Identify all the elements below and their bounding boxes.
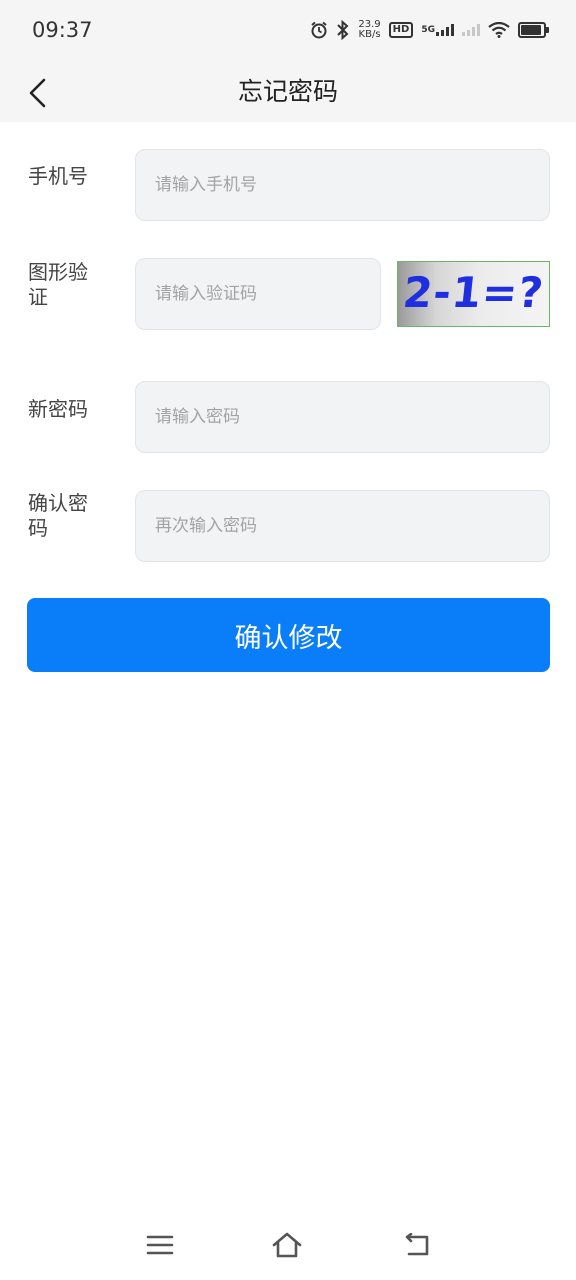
confirm-change-button[interactable]: 确认修改 — [27, 598, 550, 672]
captcha-field[interactable] — [135, 258, 381, 330]
new-password-input[interactable] — [153, 406, 549, 428]
status-icons: 23.9 KB/s HD 5G — [310, 20, 549, 40]
status-time: 09:37 — [32, 18, 93, 42]
captcha-label: 图形验 证 — [28, 260, 104, 310]
hd-icon: HD — [388, 22, 414, 38]
net-speed-unit: KB/s — [358, 29, 381, 40]
alarm-icon — [310, 21, 328, 39]
home-icon[interactable] — [267, 1230, 307, 1260]
confirm-password-label: 确认密 码 — [28, 491, 104, 541]
captcha-text: 2-1=? — [400, 268, 547, 317]
captcha-input[interactable] — [153, 283, 380, 305]
signal-5g-icon: 5G — [421, 24, 454, 36]
phone-label: 手机号 — [28, 164, 88, 188]
wifi-icon — [488, 22, 510, 38]
phone-input[interactable] — [153, 174, 549, 196]
network-type: 5G — [421, 25, 435, 35]
captcha-label-line2: 证 — [28, 285, 48, 309]
system-nav-bar — [0, 1210, 576, 1280]
captcha-image[interactable]: 2-1=? — [397, 261, 550, 327]
confirm-password-field[interactable] — [135, 490, 550, 562]
confirm-password-label-line1: 确认密 — [28, 491, 88, 515]
phone-field[interactable] — [135, 149, 550, 221]
confirm-password-input[interactable] — [153, 515, 549, 537]
back-icon[interactable] — [396, 1230, 436, 1260]
signal-icon — [462, 24, 480, 36]
battery-icon — [518, 22, 549, 38]
menu-icon[interactable] — [140, 1230, 180, 1260]
page-title: 忘记密码 — [237, 77, 338, 106]
bluetooth-icon — [336, 20, 350, 40]
net-speed: 23.9 KB/s — [358, 20, 380, 40]
nav-bar: 忘记密码 — [0, 64, 576, 122]
captcha-label-line1: 图形验 — [28, 260, 88, 284]
new-password-label: 新密码 — [28, 397, 88, 421]
confirm-password-label-line2: 码 — [28, 516, 48, 540]
new-password-field[interactable] — [135, 381, 550, 453]
status-bar: 09:37 23.9 KB/s HD 5G — [0, 0, 576, 64]
